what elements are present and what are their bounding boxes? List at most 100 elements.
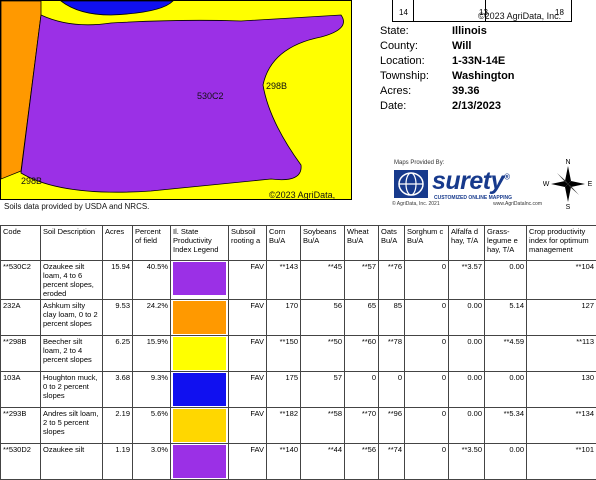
productivity-swatch xyxy=(171,372,229,408)
cell-code: **293B xyxy=(1,408,41,444)
soils-table-body: **530C2Ozaukee silt loam, 4 to 6 percent… xyxy=(1,261,596,480)
globe-icon xyxy=(394,170,428,198)
cell-alfalfa: 0.00 xyxy=(449,372,485,408)
cell-acres: 2.19 xyxy=(103,408,133,444)
info-row-location: Location: 1-33N-14E xyxy=(380,54,515,69)
cell-pct: 9.3% xyxy=(133,372,171,408)
logo-footer-left: © AgriData, Inc. 2021 xyxy=(392,201,440,207)
compass-e: E xyxy=(588,181,593,188)
cell-desc: Beecher silt loam, 2 to 4 percent slopes xyxy=(41,336,103,372)
header-cell: Il. State Productivity Index Legend xyxy=(171,226,229,261)
cell-corn: **143 xyxy=(267,261,301,300)
cell-code: **530D2 xyxy=(1,444,41,480)
cell-wheat: **56 xyxy=(345,444,379,480)
info-label: Location: xyxy=(380,54,452,69)
soil-map: 530C2 298B 298B ©2023 AgriData, Inc. xyxy=(0,0,352,200)
cell-grass: 0.00 xyxy=(485,372,527,408)
cell-acres: 3.68 xyxy=(103,372,133,408)
cell-pct: 24.2% xyxy=(133,300,171,336)
cell-subsoil: FAV xyxy=(229,336,267,372)
cell-grass: 5.14 xyxy=(485,300,527,336)
table-row: **298BBeecher silt loam, 2 to 4 percent … xyxy=(1,336,596,372)
cell-acres: 15.94 xyxy=(103,261,133,300)
info-row-state: State: Illinois xyxy=(380,24,515,39)
compass-w: W xyxy=(543,181,550,188)
cell-wheat: 0 xyxy=(345,372,379,408)
cell-sorghum: 0 xyxy=(405,372,449,408)
info-label: Acres: xyxy=(380,84,452,99)
legend-color-swatch xyxy=(173,262,226,295)
cell-corn: 175 xyxy=(267,372,301,408)
cell-corn: 170 xyxy=(267,300,301,336)
info-value: 1-33N-14E xyxy=(452,54,505,69)
cell-oats: 0 xyxy=(379,372,405,408)
info-label: State: xyxy=(380,24,452,39)
cell-cpi: 130 xyxy=(527,372,596,408)
cell-cpi: **134 xyxy=(527,408,596,444)
table-row: 232AAshkum silty clay loam, 0 to 2 perce… xyxy=(1,300,596,336)
info-value: Washington xyxy=(452,69,515,84)
table-row: **530C2Ozaukee silt loam, 4 to 6 percent… xyxy=(1,261,596,300)
cell-pct: 5.6% xyxy=(133,408,171,444)
header-cell: Wheat Bu/A xyxy=(345,226,379,261)
cell-soy: 56 xyxy=(301,300,345,336)
info-label: Township: xyxy=(380,69,452,84)
cell-alfalfa: 0.00 xyxy=(449,408,485,444)
surety-logo: Maps Provided By: surety® CUSTOMIZED ONL… xyxy=(392,160,542,205)
cell-soy: **58 xyxy=(301,408,345,444)
cell-sorghum: 0 xyxy=(405,408,449,444)
compass-s: S xyxy=(566,204,571,210)
info-row-date: Date: 2/13/2023 xyxy=(380,99,515,114)
soils-table: Code Soil Description Acres Percent of f… xyxy=(0,225,596,480)
table-row: **293BAndres silt loam, 2 to 5 percent s… xyxy=(1,408,596,444)
cell-alfalfa: **3.50 xyxy=(449,444,485,480)
cell-cpi: **101 xyxy=(527,444,596,480)
cell-grass: **4.59 xyxy=(485,336,527,372)
cell-wheat: 65 xyxy=(345,300,379,336)
legend-color-swatch xyxy=(173,301,226,334)
productivity-swatch xyxy=(171,444,229,480)
logo-provided-by: Maps Provided By: xyxy=(394,160,444,166)
grid-divider xyxy=(413,0,414,22)
legend-color-swatch xyxy=(173,445,226,478)
cell-corn: **140 xyxy=(267,444,301,480)
header-cell: Corn Bu/A xyxy=(267,226,301,261)
header-cell: Grass-legume e hay, T/A xyxy=(485,226,527,261)
cell-corn: **182 xyxy=(267,408,301,444)
cell-oats: 85 xyxy=(379,300,405,336)
cell-oats: **76 xyxy=(379,261,405,300)
header-cell: Crop productivity index for optimum mana… xyxy=(527,226,596,261)
cell-alfalfa: 0.00 xyxy=(449,300,485,336)
cell-sorghum: 0 xyxy=(405,300,449,336)
cell-sorghum: 0 xyxy=(405,261,449,300)
cell-pct: 15.9% xyxy=(133,336,171,372)
cell-subsoil: FAV xyxy=(229,444,267,480)
legend-color-swatch xyxy=(173,337,226,370)
info-row-county: County: Will xyxy=(380,39,515,54)
compass-rose-icon: N S W E xyxy=(543,155,593,210)
cell-code: 232A xyxy=(1,300,41,336)
cell-subsoil: FAV xyxy=(229,300,267,336)
header-cell: Acres xyxy=(103,226,133,261)
soil-map-polygons xyxy=(1,1,352,200)
cell-code: 103A xyxy=(1,372,41,408)
cell-acres: 9.53 xyxy=(103,300,133,336)
cell-grass: 0.00 xyxy=(485,261,527,300)
cell-acres: 1.19 xyxy=(103,444,133,480)
map-unit-label: 298B xyxy=(266,81,287,91)
info-value: Will xyxy=(452,39,471,54)
cell-oats: **74 xyxy=(379,444,405,480)
header-cell: Alfalfa d hay, T/A xyxy=(449,226,485,261)
map-unit-label: 298B xyxy=(21,176,42,186)
cell-soy: **44 xyxy=(301,444,345,480)
surety-wordmark: surety® xyxy=(432,167,509,196)
productivity-swatch xyxy=(171,408,229,444)
cell-desc: Ashkum silty clay loam, 0 to 2 percent s… xyxy=(41,300,103,336)
cell-cpi: 127 xyxy=(527,300,596,336)
cell-code: **530C2 xyxy=(1,261,41,300)
productivity-swatch xyxy=(171,300,229,336)
compass-n: N xyxy=(565,159,570,166)
legend-color-swatch xyxy=(173,373,226,406)
info-label: Date: xyxy=(380,99,452,114)
cell-cpi: **104 xyxy=(527,261,596,300)
